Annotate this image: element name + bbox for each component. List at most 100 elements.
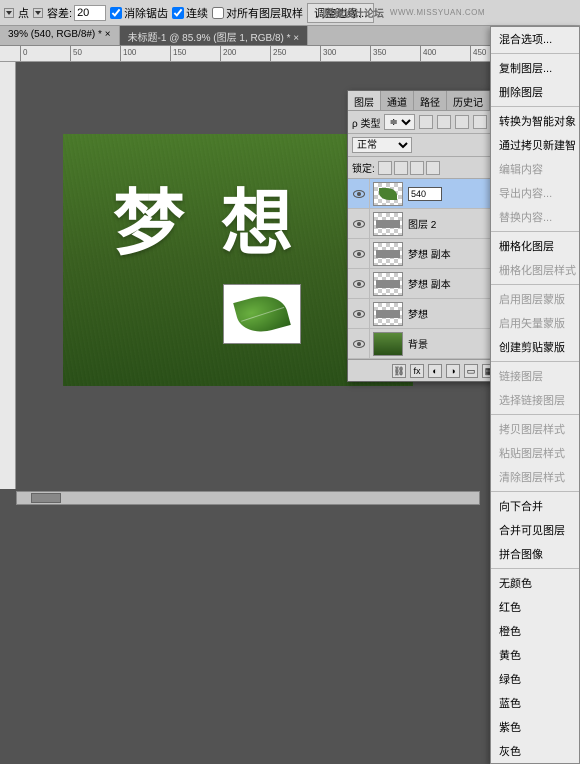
menu-separator (491, 284, 579, 285)
menu-item[interactable]: 黄色 (491, 643, 579, 667)
menu-item[interactable]: 向下合并 (491, 494, 579, 518)
layer-name-label: 梦想 副本 (408, 280, 451, 291)
menu-item[interactable]: 灰色 (491, 739, 579, 763)
document-tab-2[interactable]: 未标题-1 @ 85.9% (图层 1, RGB/8) * × (120, 26, 309, 45)
menu-item[interactable]: 通过拷贝新建智 (491, 133, 579, 157)
filter-adjust-icon[interactable] (437, 115, 451, 129)
filter-shape-icon[interactable] (473, 115, 487, 129)
menu-item: 导出内容... (491, 181, 579, 205)
menu-item: 启用图层蒙版 (491, 287, 579, 311)
menu-item[interactable]: 紫色 (491, 715, 579, 739)
leaf-icon (233, 290, 291, 338)
tab-channels[interactable]: 通道 (381, 91, 414, 110)
layer-thumbnail[interactable] (373, 182, 403, 206)
menu-item[interactable]: 拼合图像 (491, 542, 579, 566)
options-toolbar: 点 容差: 消除锯齿 连续 对所有图层取样 调整边缘... (0, 0, 580, 26)
layer-name-label: 背景 (408, 340, 428, 351)
menu-item[interactable]: 混合选项... (491, 27, 579, 51)
tab-history[interactable]: 历史记 (447, 91, 490, 110)
menu-item: 链接图层 (491, 364, 579, 388)
menu-item[interactable]: 复制图层... (491, 56, 579, 80)
lock-label: 锁定: (352, 160, 375, 175)
menu-item[interactable]: 无颜色 (491, 571, 579, 595)
all-layers-checkbox[interactable] (212, 7, 224, 19)
visibility-toggle[interactable] (348, 179, 370, 208)
visibility-toggle[interactable] (348, 209, 370, 238)
menu-item: 粘贴图层样式 (491, 441, 579, 465)
eye-icon (353, 280, 365, 288)
lock-position-icon[interactable] (410, 161, 424, 175)
menu-separator (491, 361, 579, 362)
blend-mode-select[interactable]: 正常 (352, 137, 412, 153)
menu-item[interactable]: 绿色 (491, 667, 579, 691)
menu-item[interactable]: 创建剪贴蒙版 (491, 335, 579, 359)
kind-select[interactable]: ≑ (384, 114, 415, 130)
menu-separator (491, 414, 579, 415)
leaf-selection[interactable] (223, 284, 301, 344)
adjustment-layer-icon[interactable]: ◑ (446, 364, 460, 378)
layer-name-label: 梦想 (408, 310, 428, 321)
tolerance-input[interactable] (74, 5, 106, 21)
menu-item[interactable]: 合并可见图层 (491, 518, 579, 542)
menu-item[interactable]: 转换为智能对象 (491, 109, 579, 133)
menu-separator (491, 53, 579, 54)
layer-name-input[interactable] (408, 187, 442, 201)
menu-separator (491, 491, 579, 492)
layer-name-label: 梦想 副本 (408, 250, 451, 261)
filter-type-icon[interactable] (455, 115, 469, 129)
menu-item[interactable]: 红色 (491, 595, 579, 619)
point-label: 点 (18, 5, 29, 21)
menu-separator (491, 231, 579, 232)
watermark-url: WWW.MISSYUAN.COM (390, 8, 485, 17)
lock-all-icon[interactable] (426, 161, 440, 175)
layer-context-menu: 混合选项... 复制图层...删除图层转换为智能对象通过拷贝新建智编辑内容导出内容… (490, 26, 580, 764)
filter-pixel-icon[interactable] (419, 115, 433, 129)
kind-label: ρ 类型 (352, 115, 380, 130)
eye-icon (353, 190, 365, 198)
menu-item[interactable]: 橙色 (491, 619, 579, 643)
menu-item[interactable]: 栅格化图层 (491, 234, 579, 258)
layer-thumbnail[interactable] (373, 302, 403, 326)
layer-thumbnail[interactable] (373, 332, 403, 356)
menu-item: 启用矢量蒙版 (491, 311, 579, 335)
all-layers-label: 对所有图层取样 (226, 5, 303, 21)
menu-item: 编辑内容 (491, 157, 579, 181)
menu-item: 栅格化图层样式 (491, 258, 579, 282)
lock-pixels-icon[interactable] (394, 161, 408, 175)
lock-transparent-icon[interactable] (378, 161, 392, 175)
layer-thumbnail[interactable] (373, 242, 403, 266)
tab-paths[interactable]: 路径 (414, 91, 447, 110)
layer-mask-icon[interactable]: ◐ (428, 364, 442, 378)
visibility-toggle[interactable] (348, 329, 370, 358)
contiguous-checkbox[interactable] (172, 7, 184, 19)
visibility-toggle[interactable] (348, 239, 370, 268)
layer-name-label: 图层 2 (408, 220, 436, 231)
menu-item: 替换内容... (491, 205, 579, 229)
scrollbar-thumb[interactable] (31, 493, 61, 503)
contiguous-label: 连续 (186, 5, 208, 21)
menu-separator (491, 106, 579, 107)
sample-size-dropdown[interactable] (33, 8, 43, 18)
antialias-checkbox[interactable] (110, 7, 122, 19)
menu-item: 选择链接图层 (491, 388, 579, 412)
visibility-toggle[interactable] (348, 299, 370, 328)
visibility-toggle[interactable] (348, 269, 370, 298)
group-icon[interactable]: ▭ (464, 364, 478, 378)
menu-item[interactable]: 蓝色 (491, 691, 579, 715)
layer-fx-icon[interactable]: fx (410, 364, 424, 378)
eye-icon (353, 340, 365, 348)
watermark-logo: 思缘设计论坛 (324, 5, 384, 20)
horizontal-scrollbar[interactable] (16, 491, 480, 505)
eye-icon (353, 250, 365, 258)
vertical-ruler (0, 62, 16, 489)
document-tab-1[interactable]: 39% (540, RGB/8#) * × (0, 26, 120, 45)
menu-separator (491, 568, 579, 569)
link-layers-icon[interactable]: ⛓ (392, 364, 406, 378)
tool-preset-dropdown[interactable] (4, 8, 14, 18)
layer-thumbnail[interactable] (373, 212, 403, 236)
tolerance-label: 容差: (47, 5, 72, 21)
tab-layers[interactable]: 图层 (348, 91, 381, 110)
menu-item[interactable]: 删除图层 (491, 80, 579, 104)
watermark: 思缘设计论坛 WWW.MISSYUAN.COM (324, 5, 485, 20)
layer-thumbnail[interactable] (373, 272, 403, 296)
